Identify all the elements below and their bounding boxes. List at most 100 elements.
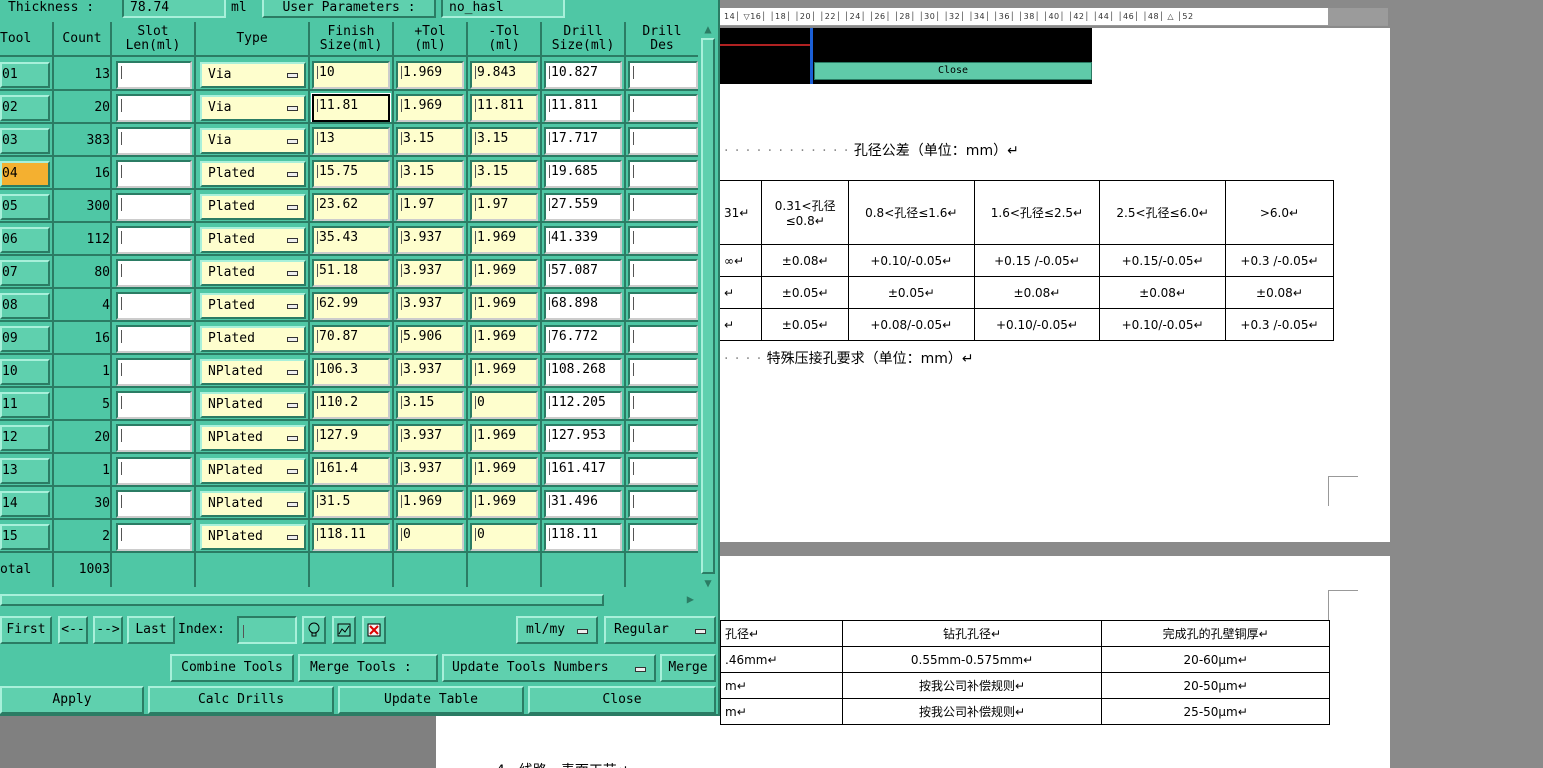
finish-size-input[interactable]: 10 [312, 61, 390, 89]
type-select[interactable]: Via [200, 128, 306, 154]
tool-number-button[interactable]: 04 [0, 161, 50, 187]
drill-size-input[interactable]: 11.811 [544, 94, 622, 122]
drill-des-input[interactable] [628, 457, 698, 485]
slot-len-input[interactable] [116, 94, 192, 122]
drill-size-input[interactable]: 68.898 [544, 292, 622, 320]
drill-size-input[interactable]: 108.268 [544, 358, 622, 386]
tool-number-button[interactable]: 05 [0, 194, 50, 220]
type-select[interactable]: Plated [200, 326, 306, 352]
plus-tol-input[interactable]: 3.15 [396, 391, 464, 419]
scroll-down-arrow-icon[interactable]: ▼ [701, 576, 715, 590]
drill-size-input[interactable]: 17.717 [544, 127, 622, 155]
drill-des-input[interactable] [628, 160, 698, 188]
minus-tol-input[interactable]: 1.969 [470, 292, 538, 320]
tool-number-button[interactable]: 10 [0, 359, 50, 385]
apply-button[interactable]: Apply [0, 686, 144, 714]
minus-tol-input[interactable]: 3.15 [470, 160, 538, 188]
slot-len-input[interactable] [116, 226, 192, 254]
finish-size-input[interactable]: 127.9 [312, 424, 390, 452]
type-select[interactable]: Via [200, 62, 306, 88]
calc-drills-button[interactable]: Calc Drills [148, 686, 334, 714]
tool-number-button[interactable]: 12 [0, 425, 50, 451]
plus-tol-input[interactable]: 1.969 [396, 490, 464, 518]
type-select[interactable]: NPlated [200, 524, 306, 550]
plus-tol-input[interactable]: 3.15 [396, 127, 464, 155]
style-select[interactable]: Regular [604, 616, 716, 644]
drill-size-input[interactable]: 19.685 [544, 160, 622, 188]
drill-des-input[interactable] [628, 391, 698, 419]
bulb-button[interactable] [302, 616, 326, 644]
index-input[interactable] [237, 616, 297, 644]
scroll-right-arrow-icon[interactable]: ▶ [687, 592, 694, 606]
finish-size-input[interactable]: 106.3 [312, 358, 390, 386]
minus-tol-input[interactable]: 3.15 [470, 127, 538, 155]
finish-size-input[interactable]: 15.75 [312, 160, 390, 188]
close-button[interactable]: Close [528, 686, 716, 714]
vertical-scrollbar[interactable]: ▲ ▼ [698, 22, 718, 590]
drill-des-input[interactable] [628, 325, 698, 353]
type-select[interactable]: Via [200, 95, 306, 121]
tool-number-button[interactable]: 03 [0, 128, 50, 154]
slot-len-input[interactable] [116, 325, 192, 353]
drill-size-input[interactable]: 57.087 [544, 259, 622, 287]
delete-button[interactable] [362, 616, 386, 644]
type-select[interactable]: NPlated [200, 458, 306, 484]
finish-size-input[interactable]: 31.5 [312, 490, 390, 518]
horizontal-scrollbar[interactable]: ▶ [0, 592, 698, 608]
type-select[interactable]: Plated [200, 293, 306, 319]
minus-tol-input[interactable]: 9.843 [470, 61, 538, 89]
slot-len-input[interactable] [116, 160, 192, 188]
slot-len-input[interactable] [116, 193, 192, 221]
drill-size-input[interactable]: 41.339 [544, 226, 622, 254]
prev-button[interactable]: <-- [58, 616, 88, 644]
finish-size-input[interactable]: 118.11 [312, 523, 390, 551]
tool-number-button[interactable]: 02 [0, 95, 50, 121]
plus-tol-input[interactable]: 3.937 [396, 259, 464, 287]
thickness-input[interactable]: 78.74 [122, 0, 226, 18]
first-button[interactable]: First [0, 616, 52, 644]
plus-tol-input[interactable]: 3.937 [396, 457, 464, 485]
next-button[interactable]: --> [93, 616, 123, 644]
horizontal-ruler[interactable]: 14│ ▽16│ │18│ │20│ │22│ │24│ │26│ │28│ │… [720, 8, 1388, 26]
drill-des-input[interactable] [628, 193, 698, 221]
type-select[interactable]: NPlated [200, 359, 306, 385]
finish-size-input[interactable]: 23.62 [312, 193, 390, 221]
plus-tol-input[interactable]: 1.969 [396, 61, 464, 89]
slot-len-input[interactable] [116, 457, 192, 485]
slot-len-input[interactable] [116, 490, 192, 518]
update-table-button[interactable]: Update Table [338, 686, 524, 714]
plus-tol-input[interactable]: 1.969 [396, 94, 464, 122]
tool-number-button[interactable]: 09 [0, 326, 50, 352]
slot-len-input[interactable] [116, 523, 192, 551]
plus-tol-input[interactable]: 3.937 [396, 424, 464, 452]
type-select[interactable]: NPlated [200, 392, 306, 418]
drill-des-input[interactable] [628, 259, 698, 287]
type-select[interactable]: NPlated [200, 425, 306, 451]
drill-des-input[interactable] [628, 292, 698, 320]
drill-size-input[interactable]: 10.827 [544, 61, 622, 89]
plus-tol-input[interactable]: 5.906 [396, 325, 464, 353]
drill-des-input[interactable] [628, 523, 698, 551]
slot-len-input[interactable] [116, 358, 192, 386]
drill-des-input[interactable] [628, 490, 698, 518]
minus-tol-input[interactable]: 1.969 [470, 457, 538, 485]
drill-size-input[interactable]: 127.953 [544, 424, 622, 452]
tool-number-button[interactable]: 08 [0, 293, 50, 319]
plus-tol-input[interactable]: 3.15 [396, 160, 464, 188]
minus-tol-input[interactable]: 1.969 [470, 490, 538, 518]
drill-des-input[interactable] [628, 424, 698, 452]
finish-size-input[interactable]: 11.81 [311, 93, 391, 123]
vertical-scroll-thumb[interactable] [701, 38, 715, 574]
finish-size-input[interactable]: 110.2 [312, 391, 390, 419]
slot-len-input[interactable] [116, 259, 192, 287]
finish-size-input[interactable]: 13 [312, 127, 390, 155]
drill-size-input[interactable]: 76.772 [544, 325, 622, 353]
minus-tol-input[interactable]: 1.969 [470, 226, 538, 254]
minus-tol-input[interactable]: 1.969 [470, 358, 538, 386]
finish-size-input[interactable]: 161.4 [312, 457, 390, 485]
type-select[interactable]: NPlated [200, 491, 306, 517]
slot-len-input[interactable] [116, 424, 192, 452]
user-parameters-input[interactable]: no_hasl [441, 0, 565, 18]
plus-tol-input[interactable]: 1.97 [396, 193, 464, 221]
tool-number-button[interactable]: 07 [0, 260, 50, 286]
